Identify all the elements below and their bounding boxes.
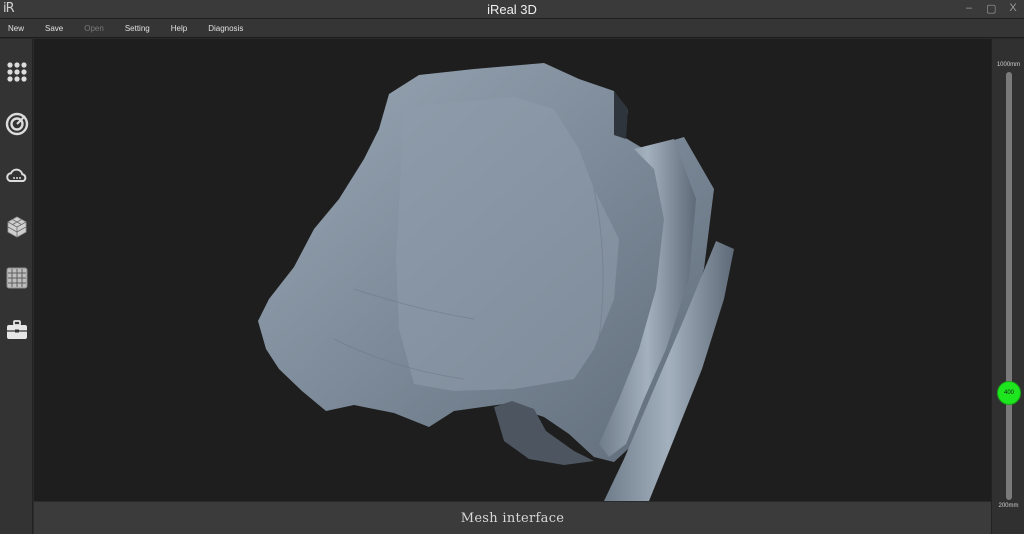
minimize-button[interactable]: –	[964, 2, 974, 15]
menu-new[interactable]: New	[8, 24, 24, 33]
menu-bar: New Save Open Setting Help Diagnosis	[0, 19, 1024, 38]
target-icon	[5, 112, 28, 135]
menu-save[interactable]: Save	[45, 24, 63, 33]
distance-slider-thumb[interactable]: 400	[997, 381, 1021, 405]
tools-button[interactable]	[4, 317, 29, 342]
slider-value: 400	[1003, 390, 1014, 396]
mesh-model	[258, 63, 734, 501]
mesh-cube-icon	[7, 216, 26, 237]
grid-panel-icon	[6, 267, 27, 288]
texture-button[interactable]	[4, 265, 29, 290]
toolbox-icon	[6, 319, 27, 339]
slider-min-label: 200mm	[998, 503, 1019, 509]
mesh-edge	[614, 91, 628, 139]
distance-panel: 1000mm 400 200mm	[991, 39, 1024, 534]
close-button[interactable]: X	[1008, 2, 1018, 15]
window-title: iReal 3D	[487, 2, 537, 17]
grid-dots-icon	[6, 61, 27, 82]
menu-diagnosis[interactable]: Diagnosis	[208, 24, 243, 33]
cloud-icon	[5, 168, 26, 182]
mesh-button[interactable]	[4, 214, 29, 239]
3d-viewport[interactable]	[34, 39, 991, 501]
slider-max-label: 1000mm	[996, 62, 1021, 68]
restore-button[interactable]: ▢	[986, 2, 996, 15]
interface-label: Mesh interface	[460, 510, 565, 526]
point-cloud-button[interactable]	[4, 163, 29, 188]
menu-open[interactable]: Open	[84, 24, 104, 33]
menu-setting[interactable]: Setting	[125, 24, 150, 33]
distance-slider-track[interactable]	[1006, 72, 1012, 500]
title-bar: iR iReal 3D – ▢ X	[0, 0, 1024, 19]
status-bar: Mesh interface	[34, 501, 991, 534]
window-controls: – ▢ X	[964, 2, 1018, 15]
scan-mode-button[interactable]	[4, 59, 29, 84]
scan-button[interactable]	[4, 111, 29, 136]
menu-help[interactable]: Help	[171, 24, 187, 33]
left-toolbar	[0, 39, 33, 534]
